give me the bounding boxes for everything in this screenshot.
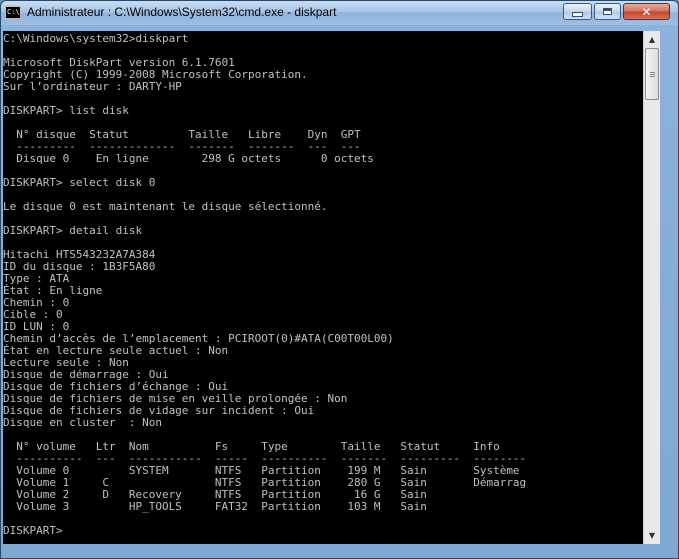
cmd-window: C:\ Administrateur : C:\Windows\System32… (0, 0, 679, 559)
console-line: Disque 0 En ligne 298 G octets 0 octets (3, 152, 374, 165)
minimize-icon (572, 12, 583, 17)
maximize-button[interactable] (594, 3, 621, 20)
console-line: DISKPART> list disk (3, 104, 129, 117)
window-frame-bottom (1, 544, 678, 559)
minimize-button[interactable] (563, 3, 592, 20)
console-line: Sur l’ordinateur : DARTY-HP (3, 80, 182, 93)
console-line: État : En ligne (3, 284, 103, 297)
window-title: Administrateur : C:\Windows\System32\cmd… (27, 5, 337, 19)
scroll-down-button[interactable]: ▼ (644, 527, 660, 544)
console-line: ID du disque : 1B3F5A80 (3, 260, 156, 273)
close-icon: ✕ (641, 4, 652, 19)
console-output: C:\Windows\system32>diskpart Microsoft D… (3, 33, 526, 537)
console-line: DISKPART> detail disk (3, 224, 143, 237)
grip-icon (650, 72, 655, 73)
arrow-down-icon: ▼ (648, 531, 656, 540)
close-button[interactable]: ✕ (623, 3, 670, 20)
console-line: Volume 3 HP_TOOLS FAT32 Partition 103 M … (3, 500, 427, 513)
title-bar[interactable]: C:\ Administrateur : C:\Windows\System32… (1, 1, 678, 25)
console-line: Le disque 0 est maintenant le disque sél… (3, 200, 328, 213)
console-line: Cible : 0 (3, 308, 63, 321)
console-line: Disque en cluster : Non (3, 416, 162, 429)
scroll-up-button[interactable]: ▲ (644, 31, 660, 48)
console-prompt[interactable]: DISKPART> (3, 525, 526, 537)
arrow-up-icon: ▲ (648, 35, 656, 44)
console-line: Chemin : 0 (3, 296, 70, 309)
console-line: DISKPART> select disk 0 (3, 176, 156, 189)
cmd-icon[interactable]: C:\ (5, 6, 21, 19)
maximize-icon (603, 8, 612, 15)
scrollbar-thumb[interactable] (645, 48, 659, 100)
console-line: C:\Windows\system32>diskpart (3, 32, 189, 45)
console-area[interactable]: C:\Windows\system32>diskpart Microsoft D… (3, 31, 643, 544)
vertical-scrollbar[interactable]: ▲ ▼ (643, 31, 660, 544)
